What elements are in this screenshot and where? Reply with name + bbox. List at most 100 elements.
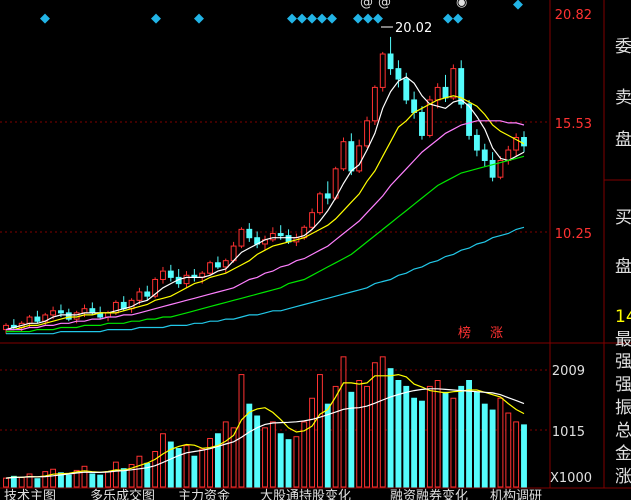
volume-bar [3,477,9,488]
candle-body [65,312,72,320]
volume-bar [222,421,229,488]
candle-body [395,68,402,80]
candle-body [356,145,363,172]
volume-bar [411,397,418,488]
volume-bar [152,451,159,488]
candle-body [450,68,457,99]
candle-body [34,316,41,322]
tab-holding-changes[interactable]: 大股通持股变化 [260,488,351,500]
event-marker[interactable]: ◆ [151,11,161,26]
volume-bar [395,380,402,488]
candle-body [489,159,496,178]
volume-bar [262,427,268,488]
price-tick-label: 10.25 [555,227,592,242]
volume-bar [207,437,213,488]
at-icon[interactable]: @ [378,0,391,10]
candle-body [379,53,386,88]
candle-body [207,262,213,274]
candle-body [238,228,245,247]
sidebar-char: 强 [615,375,631,395]
candle-body [89,308,96,314]
price-tick-label: 20.82 [555,8,592,23]
candle-body [364,120,370,147]
sidebar-value: 14 [615,307,631,327]
volume-tick-label: 1015 [552,425,585,440]
volume-bar [301,421,308,488]
info-icon[interactable]: ◉ [456,0,467,10]
volume-bar [246,403,253,488]
price-tick-label: 15.53 [555,117,592,132]
volume-bar [105,471,111,488]
event-marker[interactable]: ◆ [194,11,204,26]
at-icon[interactable]: @ [360,0,373,10]
max-price-label: 20.02 [395,21,432,36]
candle-body [481,149,488,161]
volume-bar [348,391,355,488]
sidebar-char: 卖 [615,88,631,108]
volume-unit-label: X1000 [550,471,592,486]
event-marker[interactable]: ◆ [513,0,523,12]
sidebar-char: 强 [615,352,631,372]
volume-bar [340,356,347,488]
volume-bar [191,455,198,488]
volume-bar [332,385,339,488]
candle-body [81,308,88,314]
volume-bar [285,439,292,488]
volume-bar [112,461,119,488]
candle-body [473,134,480,151]
candle-body [371,86,378,122]
volume-bar [238,374,245,488]
tab-technical-chart[interactable]: 技术主图 [4,489,56,500]
candle-body [183,274,190,285]
tab-margin-changes[interactable]: 融资融券变化 [390,488,468,500]
event-marker[interactable]: ◆◆◆◆◆ [287,11,337,26]
candle-body [505,149,512,161]
volume-bar [473,391,480,488]
candle-body [246,228,253,239]
volume-bar [293,436,300,488]
volume-bar [419,400,425,488]
candle-body [434,86,441,101]
volume-bar [65,474,72,488]
sidebar-char: 委 [615,37,631,57]
bang-badge: 榜 [458,325,471,341]
volume-bar [42,471,49,488]
zhang-badge: 涨 [490,326,503,341]
candle-body [411,99,418,113]
sidebar-char: 盘 [615,130,631,150]
volume-bar [183,445,190,488]
volume-bar [324,403,331,488]
volume-bar [160,433,166,488]
sidebar-char: 盘 [615,257,631,277]
volume-bar [521,424,527,488]
volume-bar [97,474,104,488]
event-marker[interactable]: ◆ [40,11,50,26]
volume-bar [120,468,127,488]
volume-bar [387,368,394,488]
tab-main-funds[interactable]: 主力资金 [178,488,230,500]
volume-bar [466,380,472,488]
volume-bar [434,380,441,488]
event-marker[interactable]: ◆◆◆ [353,11,383,26]
volume-bar [356,380,363,488]
candle-body [442,86,449,99]
volume-bar [317,374,323,488]
candle-body [167,270,174,278]
tab-volume-chart[interactable]: 多乐成交图 [90,488,155,500]
volume-bar [442,391,449,488]
volume-bar [450,397,457,488]
candle-body [160,270,166,280]
stock-chart: 20.82 15.53 10.25 2009 1015 X1000 20.02 … [0,0,631,500]
volume-bar [34,478,41,488]
volume-bar [481,403,488,488]
candle-body [403,78,410,101]
event-marker[interactable]: ◆◆ [443,11,463,26]
candle-body [387,53,394,70]
candle-body [26,316,33,324]
volume-tick-label: 2009 [552,364,585,379]
candle-body [269,233,276,241]
volume-bar [199,448,206,488]
tab-institution-research[interactable]: 机构调研 [490,489,542,500]
volume-bar [81,465,88,488]
volume-bar [309,397,316,488]
